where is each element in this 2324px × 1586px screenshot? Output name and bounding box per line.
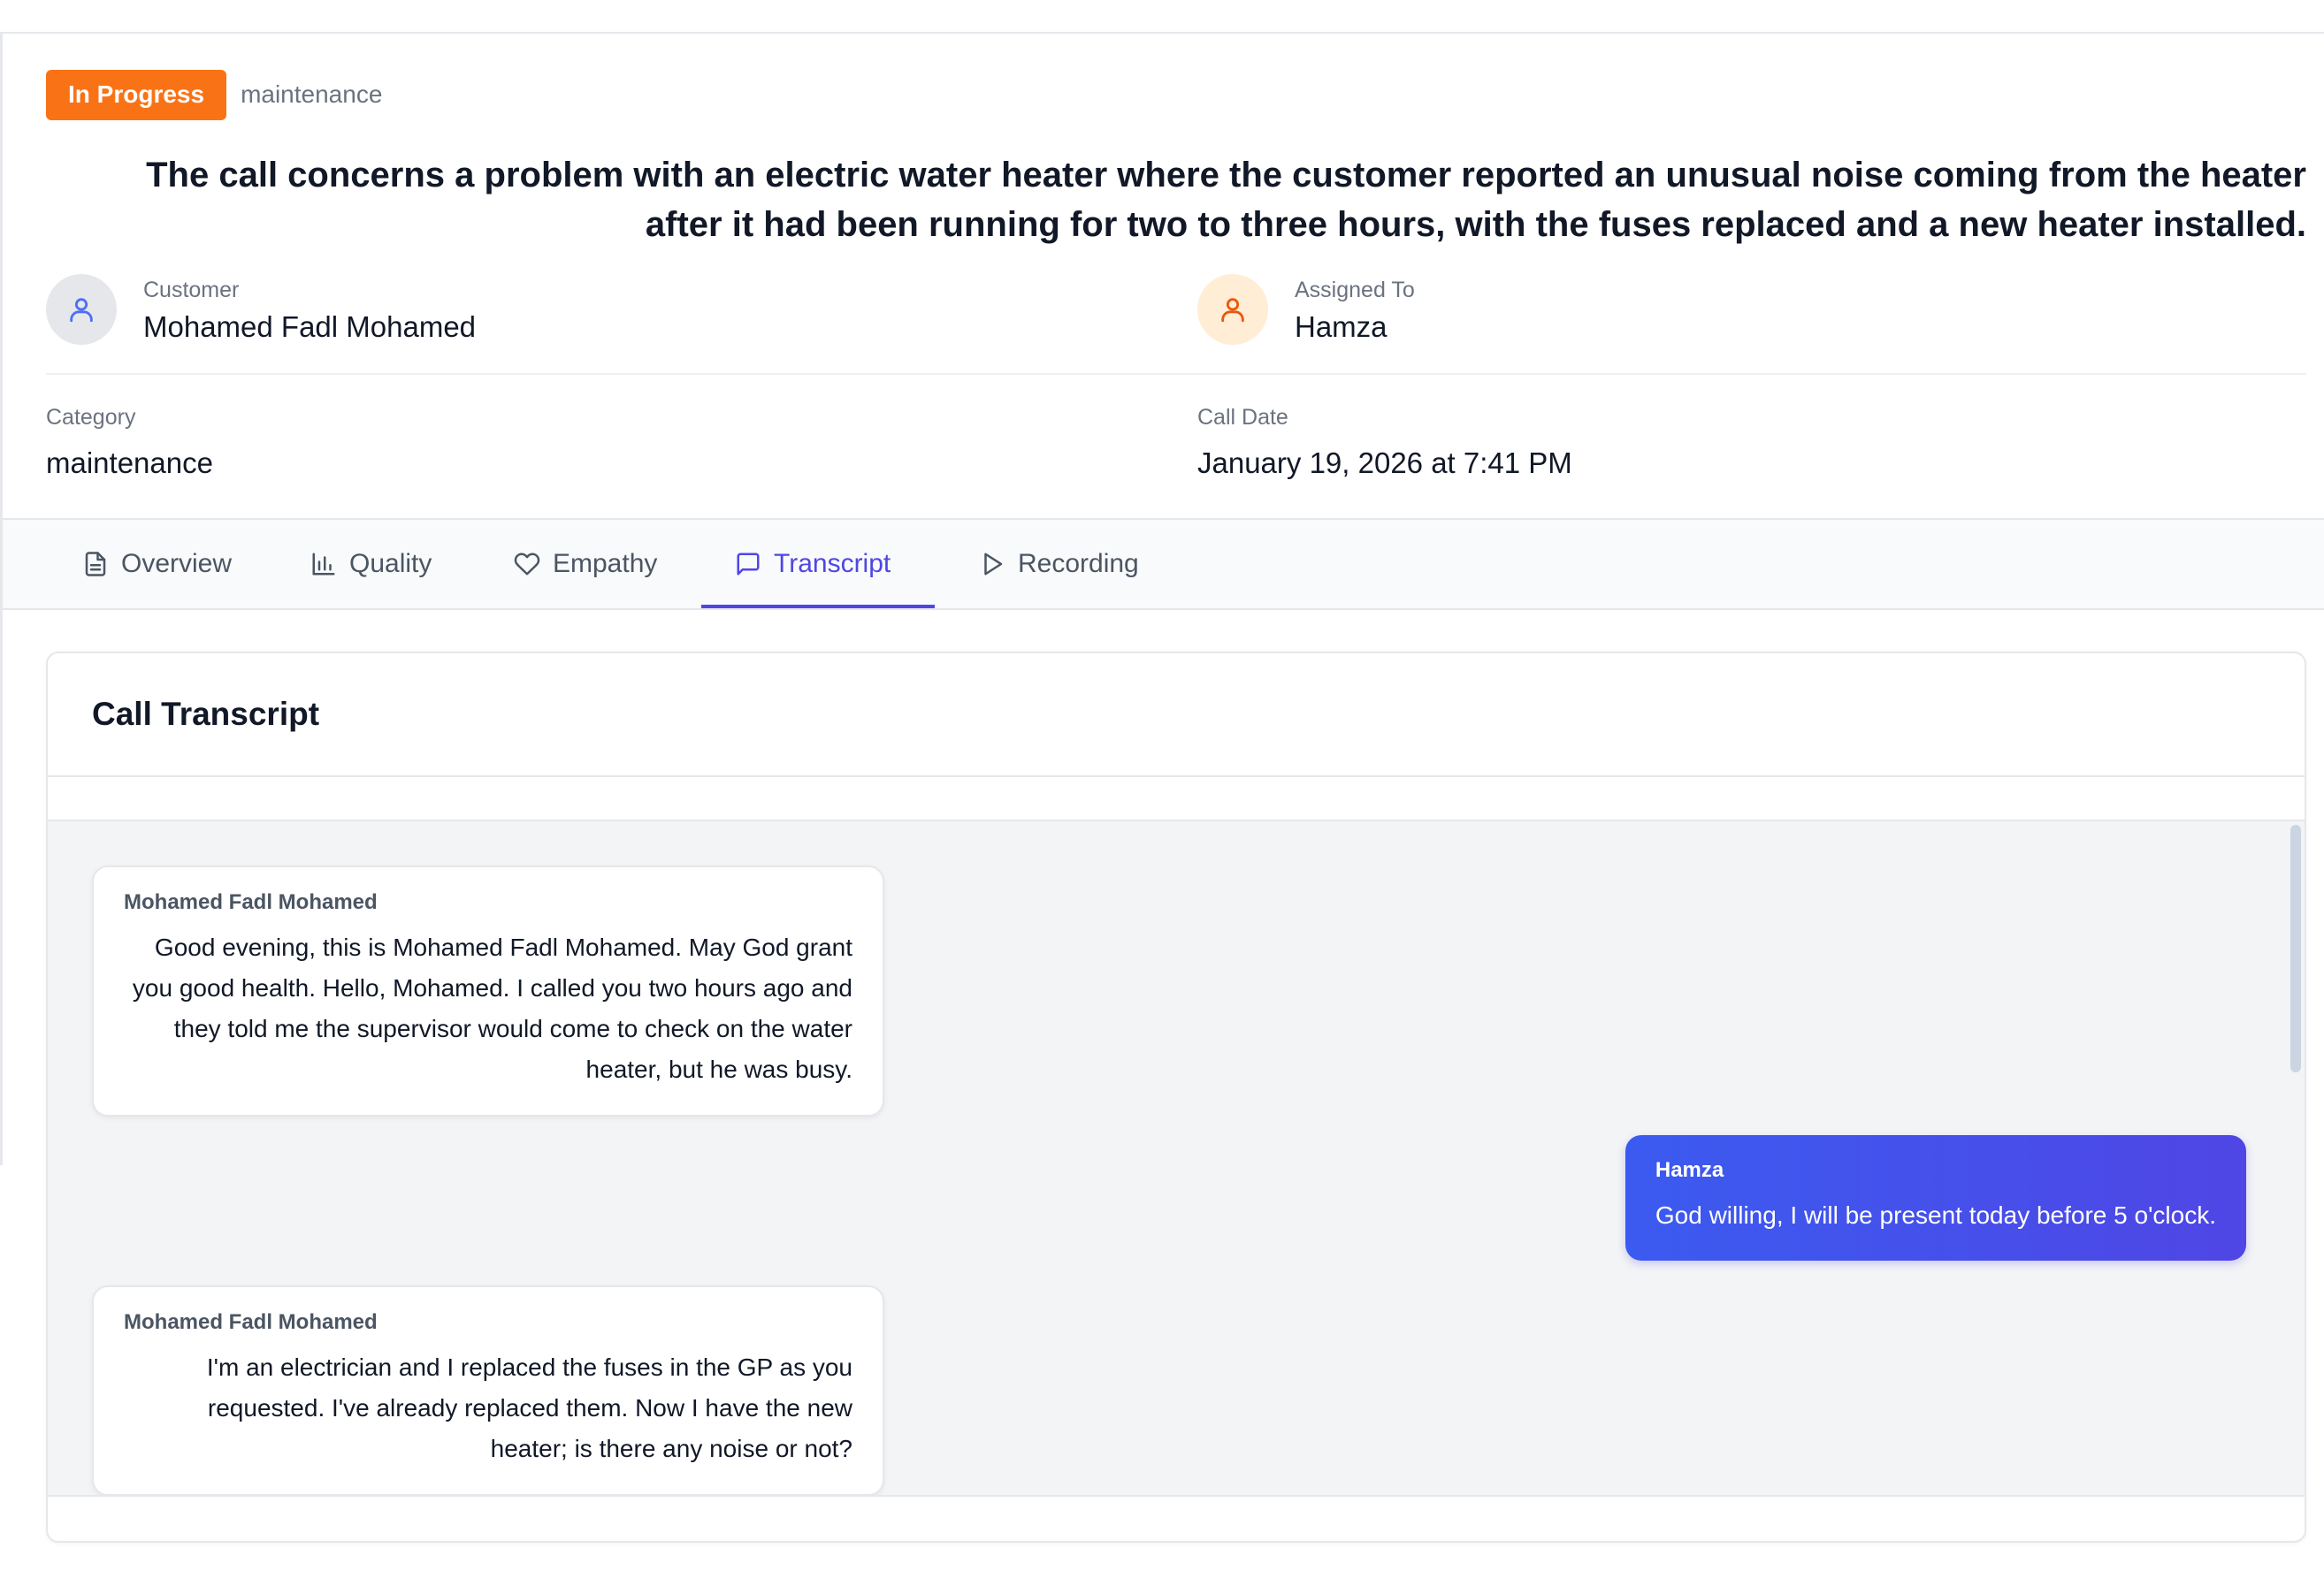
tab-overview-label: Overview bbox=[121, 549, 233, 578]
tab-quality-label: Quality bbox=[349, 549, 432, 578]
people-row: Customer Mohamed Fadl Mohamed Assigned T… bbox=[46, 274, 2306, 375]
active-tab-indicator bbox=[701, 605, 935, 608]
category-label: Category bbox=[46, 405, 136, 430]
customer-name: Mohamed Fadl Mohamed bbox=[143, 310, 477, 343]
message-speaker: Mohamed Fadl Mohamed bbox=[124, 1310, 378, 1334]
user-icon bbox=[70, 298, 93, 323]
call-date-label: Call Date bbox=[1197, 405, 1288, 430]
scrollbar-thumb[interactable] bbox=[2290, 825, 2301, 1072]
chat-icon bbox=[737, 553, 760, 576]
assignee-label: Assigned To bbox=[1295, 278, 1415, 302]
message-text: God willing, I will be present today bef… bbox=[1655, 1201, 2216, 1229]
category-value: maintenance bbox=[46, 446, 213, 479]
message-bubble-agent: Hamza God willing, I will be present tod… bbox=[1625, 1135, 2246, 1261]
play-icon bbox=[984, 553, 1003, 576]
card-title: Call Transcript bbox=[92, 696, 320, 732]
top-bar bbox=[0, 0, 2324, 34]
tab-recording-label: Recording bbox=[1018, 549, 1139, 578]
call-summary: The call concerns a problem with an elec… bbox=[146, 156, 2306, 244]
message-speaker: Hamza bbox=[1655, 1158, 1724, 1182]
category-tag: maintenance bbox=[241, 80, 383, 108]
call-header: In Progress maintenance The call concern… bbox=[46, 69, 2306, 249]
document-icon bbox=[85, 552, 106, 576]
heart-icon bbox=[514, 553, 540, 576]
assignee-name: Hamza bbox=[1295, 310, 1388, 343]
bar-chart-icon bbox=[312, 553, 335, 576]
tab-recording[interactable]: Recording bbox=[979, 520, 1139, 608]
tab-bar: Overview Quality Empathy Transcript Reco… bbox=[3, 518, 2324, 610]
scrollbar[interactable] bbox=[2289, 821, 2303, 1495]
tab-empathy[interactable]: Empathy bbox=[514, 520, 657, 608]
message-bubble-customer: Mohamed Fadl Mohamed I'm an electrician … bbox=[92, 1285, 884, 1495]
assignee-avatar bbox=[1197, 274, 1268, 345]
message-speaker: Mohamed Fadl Mohamed bbox=[124, 890, 378, 914]
customer-label: Customer bbox=[143, 278, 240, 302]
status-badge: In Progress bbox=[46, 69, 227, 120]
card-header: Call Transcript bbox=[48, 653, 2305, 777]
customer-avatar bbox=[46, 274, 117, 345]
tab-transcript-label: Transcript bbox=[774, 549, 891, 578]
customer-info: Customer Mohamed Fadl Mohamed bbox=[46, 274, 476, 345]
assignee-info: Assigned To Hamza bbox=[1197, 274, 1415, 345]
badge-row: In Progress maintenance bbox=[46, 69, 2306, 120]
transcript-card: Call Transcript Mohamed Fadl Mohamed Goo… bbox=[46, 652, 2306, 1543]
tab-empathy-label: Empathy bbox=[553, 549, 658, 578]
category-field: Category maintenance bbox=[46, 405, 1107, 480]
tab-quality[interactable]: Quality bbox=[310, 520, 432, 608]
call-date-value: January 19, 2026 at 7:41 PM bbox=[1197, 446, 1572, 479]
message-bubble-customer: Mohamed Fadl Mohamed Good evening, this … bbox=[92, 865, 884, 1117]
call-date-field: Call Date January 19, 2026 at 7:41 PM bbox=[1197, 405, 2259, 480]
message-text: I'm an electrician and I replaced the fu… bbox=[206, 1353, 852, 1462]
tab-transcript[interactable]: Transcript bbox=[735, 520, 891, 608]
tab-overview[interactable]: Overview bbox=[82, 520, 232, 608]
transcript-scroll-area[interactable]: Mohamed Fadl Mohamed Good evening, this … bbox=[48, 820, 2305, 1497]
user-icon bbox=[1221, 298, 1244, 323]
message-text: Good evening, this is Mohamed Fadl Moham… bbox=[132, 934, 852, 1083]
